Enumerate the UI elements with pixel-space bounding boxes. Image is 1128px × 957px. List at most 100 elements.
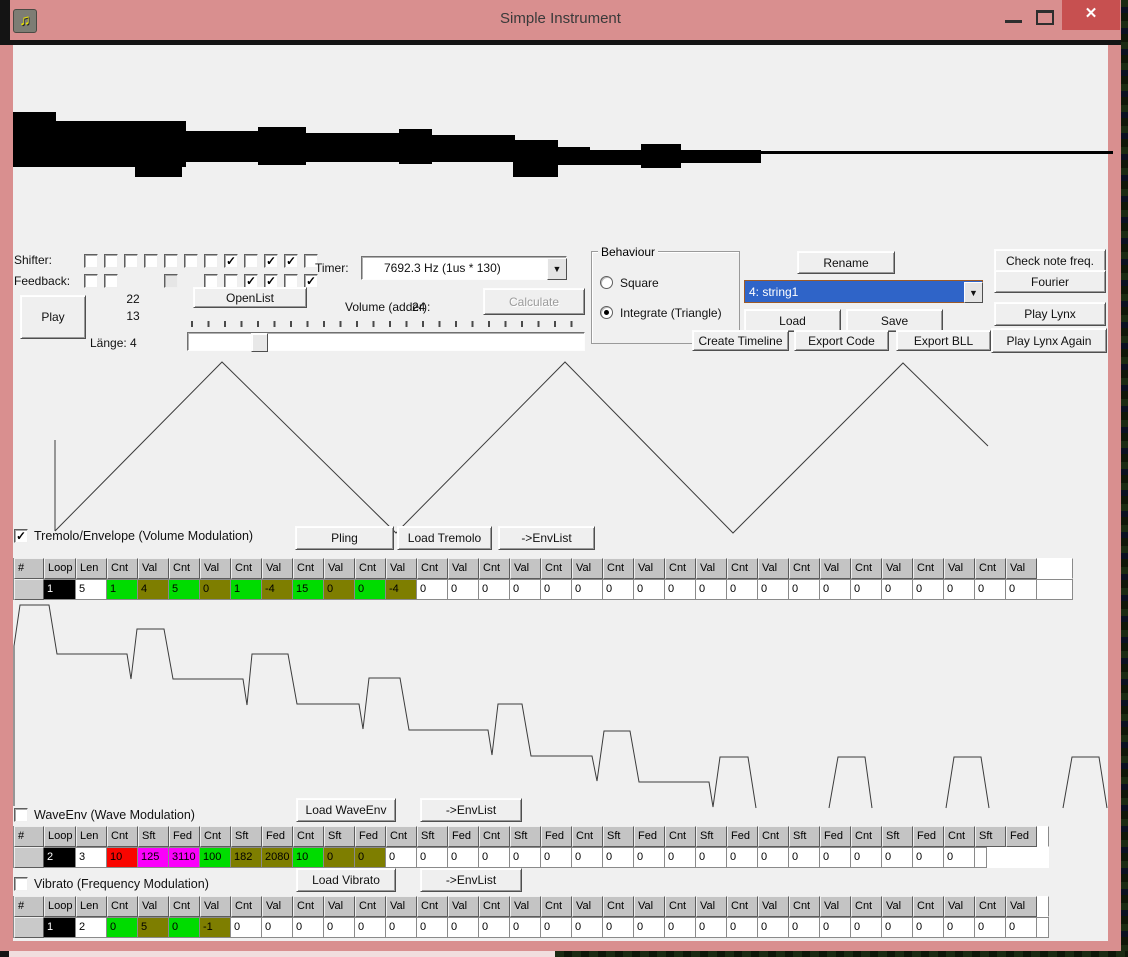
shifter-checkbox-6[interactable] <box>184 254 198 268</box>
volume-slider-track[interactable] <box>187 332 585 351</box>
table-cell[interactable]: 0 <box>324 579 355 600</box>
table-cell[interactable]: 3 <box>76 847 107 868</box>
table-cell[interactable]: 0 <box>727 847 758 868</box>
table-cell[interactable]: 0 <box>634 847 665 868</box>
table-cell[interactable]: 0 <box>851 847 882 868</box>
shifter-checkbox-8[interactable]: ✓ <box>224 254 238 268</box>
shifter-checkbox-10[interactable]: ✓ <box>264 254 278 268</box>
table-cell[interactable]: 0 <box>169 917 200 938</box>
table-cell[interactable]: 0 <box>789 847 820 868</box>
table-cell[interactable]: 0 <box>479 579 510 600</box>
table-cell[interactable]: 2080 <box>262 847 293 868</box>
table-cell[interactable]: 0 <box>789 917 820 938</box>
feedback-checkbox-11[interactable] <box>284 274 298 288</box>
table-cell[interactable]: 1 <box>231 579 262 600</box>
table-cell[interactable]: 0 <box>479 847 510 868</box>
waveenv-envlist-button[interactable]: ->EnvList <box>420 798 522 822</box>
table-cell[interactable]: 5 <box>138 917 169 938</box>
table-cell[interactable]: 0 <box>386 917 417 938</box>
table-cell[interactable]: 0 <box>386 847 417 868</box>
table-cell[interactable]: 0 <box>262 917 293 938</box>
table-cell[interactable]: 3110 <box>169 847 200 868</box>
table-cell[interactable]: 0 <box>417 579 448 600</box>
table-cell[interactable]: 125 <box>138 847 169 868</box>
preset-dropdown-arrow-icon[interactable]: ▼ <box>964 282 983 303</box>
table-cell[interactable]: 0 <box>882 579 913 600</box>
table-cell[interactable]: 1 <box>107 579 138 600</box>
create-timeline-button[interactable]: Create Timeline <box>692 330 789 351</box>
table-cell[interactable]: 0 <box>355 847 386 868</box>
feedback-checkbox-1[interactable] <box>84 274 98 288</box>
table-cell[interactable]: 0 <box>510 917 541 938</box>
shifter-checkbox-3[interactable] <box>124 254 138 268</box>
check-note-freq-button[interactable]: Check note freq. <box>994 249 1106 272</box>
table-cell[interactable]: 0 <box>696 917 727 938</box>
table-cell[interactable]: 0 <box>355 917 386 938</box>
vibrato-envlist-button[interactable]: ->EnvList <box>420 868 522 892</box>
tremolo-envlist-button[interactable]: ->EnvList <box>498 526 595 550</box>
table-cell[interactable]: 0 <box>820 847 851 868</box>
table-cell[interactable]: 0 <box>603 847 634 868</box>
table-cell[interactable]: 0 <box>913 579 944 600</box>
table-cell[interactable]: 1 <box>44 917 76 938</box>
table-cell[interactable]: 0 <box>758 917 789 938</box>
table-cell[interactable]: 0 <box>913 917 944 938</box>
table-cell[interactable]: 0 <box>510 847 541 868</box>
table-cell[interactable]: 0 <box>510 579 541 600</box>
row-selector[interactable] <box>14 847 44 868</box>
feedback-checkbox-7[interactable] <box>204 274 218 288</box>
calculate-button[interactable]: Calculate <box>483 288 585 315</box>
table-cell[interactable]: 0 <box>293 917 324 938</box>
table-cell[interactable]: 0 <box>696 847 727 868</box>
table-cell[interactable]: 0 <box>572 917 603 938</box>
openlist-button[interactable]: OpenList <box>193 287 307 308</box>
table-cell[interactable]: 0 <box>603 917 634 938</box>
table-cell[interactable]: 0 <box>448 579 479 600</box>
integrate-triangle-radio[interactable] <box>600 306 613 319</box>
integrate-triangle-radio-label[interactable]: Integrate (Triangle) <box>620 306 722 320</box>
table-cell[interactable]: 0 <box>417 847 448 868</box>
table-cell[interactable]: 0 <box>913 847 944 868</box>
table-cell[interactable]: 0 <box>231 917 262 938</box>
table-cell[interactable]: 0 <box>665 579 696 600</box>
table-cell[interactable]: 0 <box>1006 579 1037 600</box>
title-bar[interactable]: ♫ Simple Instrument ✕ <box>0 0 1121 40</box>
table-cell[interactable]: 0 <box>882 847 913 868</box>
table-cell[interactable]: 0 <box>820 917 851 938</box>
play-lynx-again-button[interactable]: Play Lynx Again <box>991 328 1107 353</box>
tremolo-label[interactable]: Tremolo/Envelope (Volume Modulation) <box>34 529 253 543</box>
maximize-button[interactable] <box>1036 10 1054 25</box>
table-cell[interactable]: 5 <box>76 579 107 600</box>
square-radio-label[interactable]: Square <box>620 276 659 290</box>
shifter-checkbox-2[interactable] <box>104 254 118 268</box>
table-cell[interactable]: 5 <box>169 579 200 600</box>
table-cell[interactable]: 0 <box>634 917 665 938</box>
table-cell[interactable]: 0 <box>417 917 448 938</box>
table-cell[interactable]: 0 <box>727 917 758 938</box>
load-tremolo-button[interactable]: Load Tremolo <box>397 526 492 550</box>
table-cell[interactable]: 0 <box>448 847 479 868</box>
table-cell[interactable]: -1 <box>200 917 231 938</box>
table-cell[interactable]: 15 <box>293 579 324 600</box>
play-lynx-button[interactable]: Play Lynx <box>994 302 1106 326</box>
table-cell[interactable]: 0 <box>634 579 665 600</box>
square-radio[interactable] <box>600 276 613 289</box>
table-cell[interactable]: 4 <box>138 579 169 600</box>
table-cell[interactable]: 0 <box>107 917 138 938</box>
table-cell[interactable]: 2 <box>44 847 76 868</box>
table-cell[interactable]: 1 <box>44 579 76 600</box>
row-selector[interactable] <box>14 917 44 938</box>
timer-dropdown-arrow-icon[interactable]: ▼ <box>547 258 567 280</box>
feedback-checkbox-12[interactable]: ✓ <box>304 274 318 288</box>
table-cell[interactable]: 0 <box>324 917 355 938</box>
table-cell[interactable]: 0 <box>541 917 572 938</box>
waveenv-checkbox[interactable] <box>14 808 28 822</box>
table-cell[interactable]: 0 <box>944 579 975 600</box>
feedback-checkbox-9[interactable]: ✓ <box>244 274 258 288</box>
table-cell[interactable]: 0 <box>789 579 820 600</box>
table-cell[interactable]: 182 <box>231 847 262 868</box>
table-cell[interactable]: -4 <box>262 579 293 600</box>
pling-button[interactable]: Pling <box>295 526 394 550</box>
table-cell[interactable]: 0 <box>851 579 882 600</box>
table-cell[interactable]: 0 <box>1006 917 1037 938</box>
